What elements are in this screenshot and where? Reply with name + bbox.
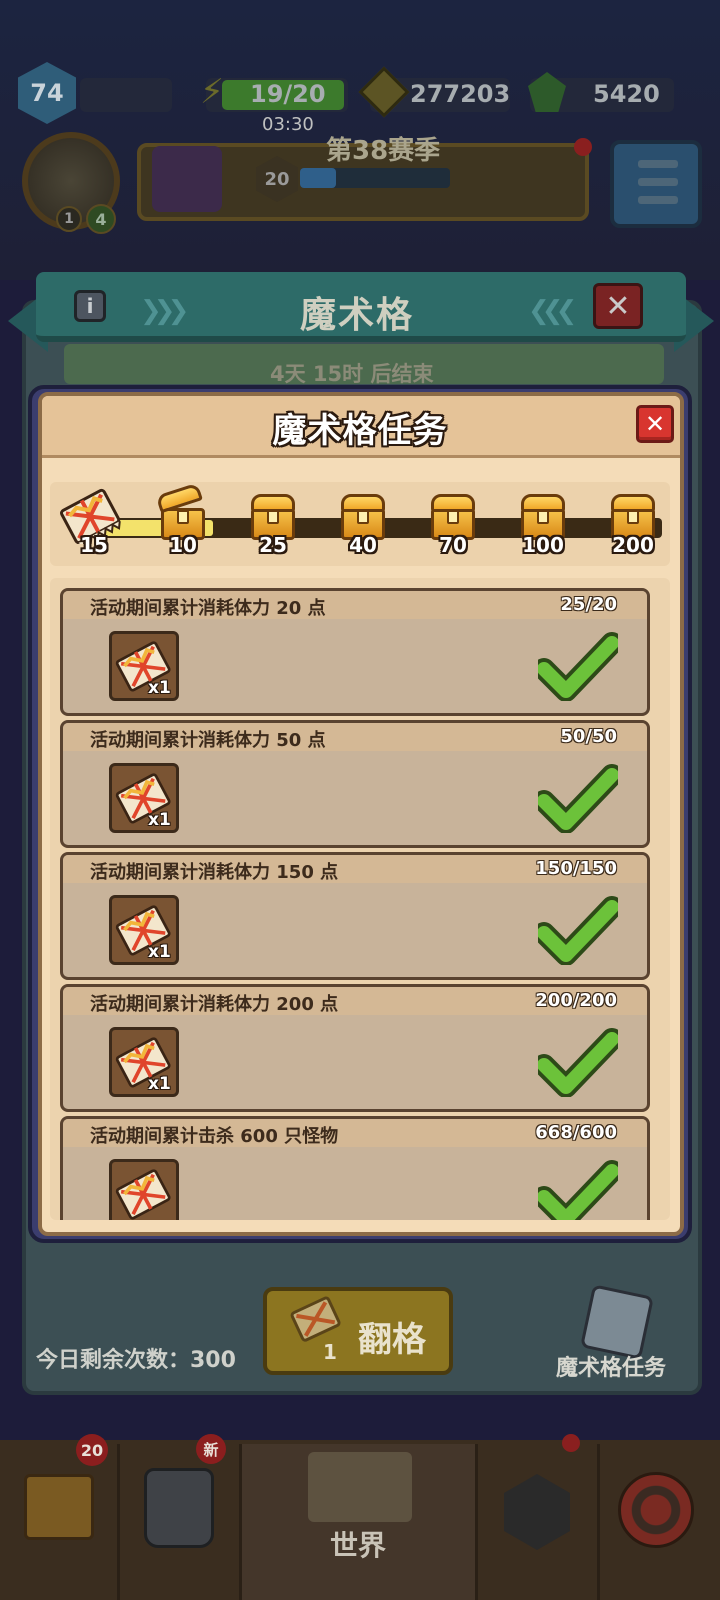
checkmark-icon <box>533 895 623 966</box>
current-tickets-label: 15 <box>80 533 108 557</box>
reward-quantity: x1 <box>148 942 171 962</box>
chest-count-badge: 20 <box>76 1434 108 1466</box>
avatar-badge-b: 4 <box>86 204 116 234</box>
task-card: 活动期间累计消耗体力 20 点 25/20 x1 <box>60 588 650 716</box>
target-icon <box>618 1472 694 1548</box>
task-card: 活动期间累计消耗体力 50 点 50/50 x1 <box>60 720 650 848</box>
menu-button[interactable] <box>610 140 702 228</box>
magic-grid-close-button[interactable]: ✕ <box>593 283 643 329</box>
ticket-icon <box>290 1296 341 1342</box>
milestone-label: 70 <box>439 533 467 557</box>
nav-equipment[interactable] <box>120 1444 242 1600</box>
gem-value: 5420 <box>593 80 660 108</box>
clipboard-icon[interactable] <box>580 1284 654 1360</box>
task-description: 活动期间累计击杀 600 只怪物 <box>90 1126 339 1147</box>
reward-slot[interactable]: x1 <box>109 631 179 701</box>
flip-cost: 1 <box>323 1340 337 1364</box>
task-progress: 200/200 <box>535 990 617 1011</box>
reward-quantity: x1 <box>148 1074 171 1094</box>
nav-world[interactable] <box>242 1444 478 1600</box>
chevron-left-icon: ❮❮❮ <box>528 296 577 326</box>
milestone-label: 200 <box>612 533 654 557</box>
lightning-icon: ⚡ <box>200 72 224 112</box>
reward-quantity: x1 <box>148 810 171 830</box>
reward-slot[interactable]: x1 <box>109 895 179 965</box>
hamburger-icon <box>638 160 678 168</box>
energy-timer: 03:30 <box>262 114 314 135</box>
task-progress: 50/50 <box>560 726 617 747</box>
map-icon <box>308 1452 412 1522</box>
task-progress: 25/20 <box>560 594 617 615</box>
season-title: 第38赛季 <box>326 136 441 166</box>
task-description: 活动期间累计消耗体力 50 点 <box>90 730 326 751</box>
season-notification-dot <box>574 138 592 156</box>
nav-chest[interactable] <box>0 1444 120 1600</box>
upgrade-notification-dot <box>562 1434 580 1452</box>
task-card: 活动期间累计击杀 600 只怪物 668/600 <box>60 1116 650 1220</box>
armor-icon <box>144 1468 214 1548</box>
event-countdown: 4天 15时 后结束 <box>270 362 434 386</box>
milestone-label: 100 <box>522 533 564 557</box>
task-card: 活动期间累计消耗体力 200 点 200/200 x1 <box>60 984 650 1112</box>
task-description: 活动期间累计消耗体力 150 点 <box>90 862 339 883</box>
milestone-label: 25 <box>259 533 287 557</box>
magic-grid-title: 魔术格 <box>300 295 415 336</box>
flip-button-label: 翻格 <box>358 1320 426 1360</box>
close-icon: ✕ <box>605 288 631 324</box>
checkmark-icon <box>533 631 623 702</box>
player-name-plate <box>80 78 172 112</box>
reward-slot[interactable] <box>109 1159 179 1220</box>
task-list[interactable]: 活动期间累计消耗体力 20 点 25/20 x1 活动期间累计消耗体力 50 点 50/… <box>50 578 670 1220</box>
task-progress: 150/150 <box>535 858 617 879</box>
milestone-label: 10 <box>169 533 197 557</box>
nav-world-label: 世界 <box>330 1529 387 1562</box>
reward-slot[interactable]: x1 <box>109 763 179 833</box>
reward-slot[interactable]: x1 <box>109 1027 179 1097</box>
treasure-chest-icon <box>24 1474 94 1540</box>
season-progress-track <box>300 168 450 188</box>
upgrade-arrow-icon <box>504 1474 570 1550</box>
checkmark-icon <box>533 1027 623 1098</box>
task-progress: 668/600 <box>535 1122 617 1143</box>
nav-target[interactable] <box>600 1444 720 1600</box>
quest-button-label[interactable]: 魔术格任务 <box>556 1350 666 1382</box>
quest-modal-close-button[interactable]: ✕ <box>636 405 674 443</box>
checkmark-icon <box>533 1159 623 1220</box>
chevron-right-icon: ❯❯❯ <box>140 296 189 326</box>
milestone-label: 40 <box>349 533 377 557</box>
task-description: 活动期间累计消耗体力 200 点 <box>90 994 339 1015</box>
energy-value: 19/20 <box>250 80 326 108</box>
info-button[interactable]: i <box>74 290 106 322</box>
avatar-badge-a: 1 <box>56 206 82 232</box>
new-badge: 新 <box>196 1434 226 1464</box>
task-description: 活动期间累计消耗体力 20 点 <box>90 598 326 619</box>
checkmark-icon <box>533 763 623 834</box>
quest-modal-title: 魔术格任务 <box>272 411 448 451</box>
ticket-icon <box>114 1166 174 1220</box>
season-emblem-icon <box>152 146 222 212</box>
nav-upgrade[interactable] <box>478 1444 600 1600</box>
task-card: 活动期间累计消耗体力 150 点 150/150 x1 <box>60 852 650 980</box>
gold-value: 277203 <box>410 80 511 108</box>
info-icon: i <box>86 294 94 318</box>
remaining-attempts: 今日剩余次数：300 <box>36 1348 236 1373</box>
reward-quantity: x1 <box>148 678 171 698</box>
close-icon: ✕ <box>644 410 666 438</box>
